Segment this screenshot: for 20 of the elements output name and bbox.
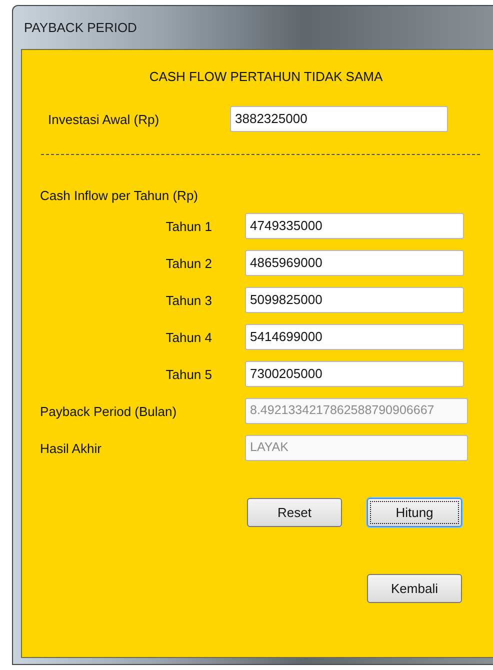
field-label: Tahun 4 bbox=[164, 330, 213, 344]
action-button[interactable]: Hitung bbox=[367, 498, 462, 527]
field-label: Investasi Awal (Rp) bbox=[48, 112, 160, 126]
field-label: Hasil Akhir bbox=[40, 440, 102, 456]
form-heading: CASH FLOW PERTAHUN TIDAK SAMA bbox=[148, 69, 384, 86]
window-title: PAYBACK PERIOD bbox=[24, 20, 137, 35]
field-label: Payback Period (Bulan) bbox=[40, 404, 178, 418]
input-field[interactable]: 7300205000 bbox=[245, 361, 464, 387]
action-button[interactable]: Reset bbox=[247, 498, 342, 527]
input-field[interactable]: 5414699000 bbox=[245, 324, 464, 350]
section-label: Cash Inflow per Tahun (Rp) bbox=[39, 188, 200, 203]
input-field[interactable]: 4749335000 bbox=[245, 213, 464, 239]
input-field[interactable]: 3882325000 bbox=[230, 106, 448, 132]
back-button[interactable]: Kembali bbox=[367, 574, 462, 603]
field-label: Tahun 3 bbox=[164, 292, 213, 308]
input-field[interactable]: 4865969000 bbox=[245, 250, 464, 276]
field-label: Tahun 2 bbox=[164, 256, 213, 270]
input-field[interactable]: 5099825000 bbox=[245, 287, 464, 313]
field-label: Tahun 1 bbox=[164, 218, 213, 234]
field-label: Tahun 5 bbox=[164, 366, 213, 382]
